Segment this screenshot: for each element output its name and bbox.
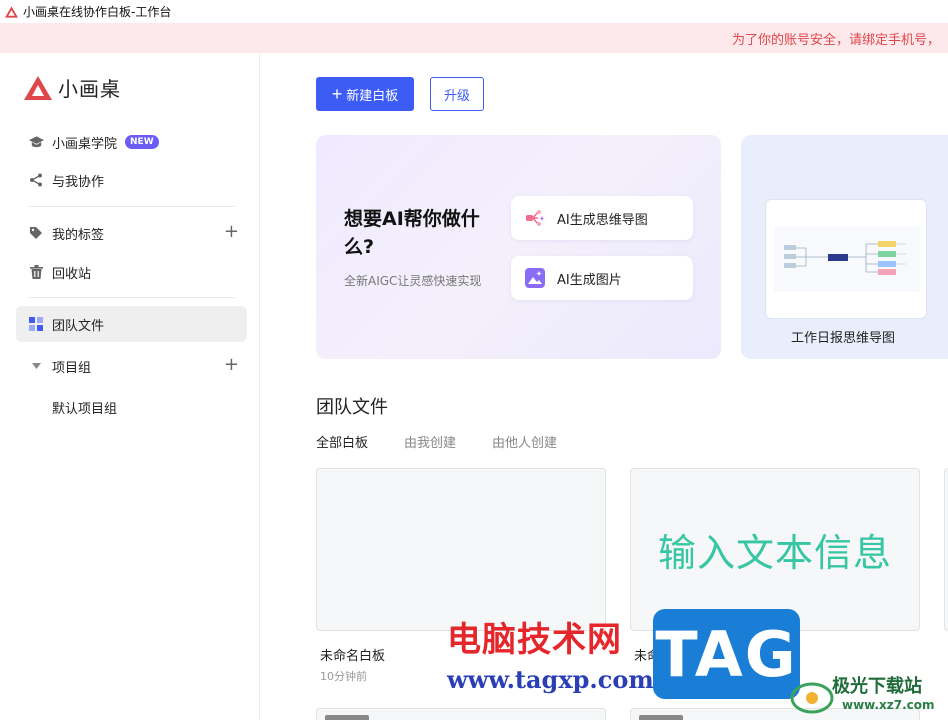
ai-card-subtitle: 全新AIGC让灵感快速实现 bbox=[344, 274, 482, 288]
template-thumbnail bbox=[765, 199, 927, 319]
file-thumb-chip bbox=[325, 715, 369, 720]
file-preview-text: 输入文本信息 bbox=[657, 531, 892, 575]
team-files-title: 团队文件 bbox=[316, 397, 388, 418]
file-time: 10分钟前 bbox=[320, 670, 367, 683]
mindmap-ai-icon bbox=[526, 210, 545, 226]
ai-option-label: AI生成图片 bbox=[557, 272, 622, 288]
file-card-partial[interactable] bbox=[944, 468, 948, 631]
watermark-tag-logo: TAG bbox=[653, 609, 800, 699]
window-titlebar: 小画桌在线协作白板-工作台 bbox=[0, 0, 948, 23]
image-ai-icon bbox=[525, 268, 545, 288]
sidebar-item-label: 小画桌学院 bbox=[52, 136, 118, 152]
sidebar-subitem-default-project[interactable]: 默认项目组 bbox=[52, 398, 117, 417]
sidebar-item-shared[interactable]: 与我协作 bbox=[16, 162, 247, 198]
ai-card: 想要AI帮你做什么? 全新AIGC让灵感快速实现 AI生成思维导图 AI生成图片 bbox=[316, 135, 721, 359]
sidebar-item-label: 与我协作 bbox=[52, 174, 105, 190]
file-card-preview[interactable]: 输入文本信息 bbox=[630, 468, 920, 631]
watermark-cn-text: 电脑技术网 bbox=[447, 620, 622, 660]
sidebar: 小画桌 小画桌学院 NEW 与我协作 我的标签 + 回收站 团队文件 项目组 +… bbox=[0, 53, 260, 720]
new-badge: NEW bbox=[125, 135, 159, 149]
logo-text: 小画桌 bbox=[58, 77, 121, 101]
watermark-xz-name: 极光下载站 bbox=[832, 676, 922, 697]
add-tag-button[interactable]: + bbox=[224, 223, 239, 241]
banner-text: 为了你的账号安全，请绑定手机号， bbox=[732, 32, 941, 48]
logo[interactable]: 小画桌 bbox=[24, 73, 121, 102]
grid-icon bbox=[28, 316, 44, 332]
sidebar-item-label: 项目组 bbox=[52, 360, 92, 376]
ai-mindmap-button[interactable]: AI生成思维导图 bbox=[511, 196, 693, 240]
tab-created-by-me[interactable]: 由我创建 bbox=[404, 432, 456, 451]
tag-icon bbox=[28, 225, 44, 241]
tab-created-by-others[interactable]: 由他人创建 bbox=[492, 432, 557, 451]
template-label: 工作日报思维导图 bbox=[791, 331, 896, 346]
graduation-cap-icon bbox=[28, 134, 44, 150]
file-card-preview[interactable] bbox=[316, 468, 606, 631]
share-icon bbox=[28, 172, 44, 188]
sidebar-item-projects[interactable]: 项目组 + bbox=[16, 348, 247, 384]
upgrade-button[interactable]: 升级 bbox=[430, 77, 484, 111]
logo-icon bbox=[24, 75, 52, 100]
mindmap-preview-icon bbox=[774, 226, 920, 292]
new-whiteboard-button[interactable]: + 新建白板 bbox=[316, 77, 414, 111]
trash-icon bbox=[28, 264, 44, 280]
watermark-xz-url: www.xz7.com bbox=[842, 698, 935, 712]
file-name[interactable]: 未命名白板 bbox=[320, 645, 385, 664]
sidebar-item-label: 团队文件 bbox=[52, 318, 105, 334]
ai-option-label: AI生成思维导图 bbox=[557, 212, 648, 228]
bind-phone-banner[interactable]: 为了你的账号安全，请绑定手机号， bbox=[0, 23, 948, 53]
ai-card-title: 想要AI帮你做什么? bbox=[344, 208, 480, 258]
new-whiteboard-label: 新建白板 bbox=[346, 87, 399, 103]
sidebar-item-trash[interactable]: 回收站 bbox=[16, 254, 247, 290]
window-title: 小画桌在线协作白板-工作台 bbox=[23, 5, 172, 19]
sidebar-item-academy[interactable]: 小画桌学院 NEW bbox=[16, 124, 247, 160]
sidebar-item-tags[interactable]: 我的标签 + bbox=[16, 215, 247, 251]
file-thumb-chip bbox=[639, 715, 683, 720]
divider bbox=[28, 206, 235, 207]
tab-all-whiteboards[interactable]: 全部白板 bbox=[316, 432, 368, 451]
divider bbox=[28, 297, 235, 298]
watermark-url: www.tagxp.com bbox=[447, 665, 654, 694]
add-project-button[interactable]: + bbox=[224, 356, 239, 374]
sidebar-item-label: 我的标签 bbox=[52, 227, 105, 243]
sidebar-item-label: 回收站 bbox=[52, 266, 92, 282]
template-card-daily-report[interactable]: 工作日报思维导图 bbox=[741, 135, 948, 359]
ai-image-button[interactable]: AI生成图片 bbox=[511, 256, 693, 300]
sidebar-item-team-files[interactable]: 团队文件 bbox=[16, 306, 247, 342]
file-card-row2[interactable] bbox=[316, 708, 606, 720]
caret-down-icon[interactable] bbox=[28, 358, 44, 374]
plus-icon: + bbox=[331, 84, 343, 104]
app-logo-icon bbox=[5, 5, 18, 18]
file-preview-text bbox=[317, 469, 605, 630]
